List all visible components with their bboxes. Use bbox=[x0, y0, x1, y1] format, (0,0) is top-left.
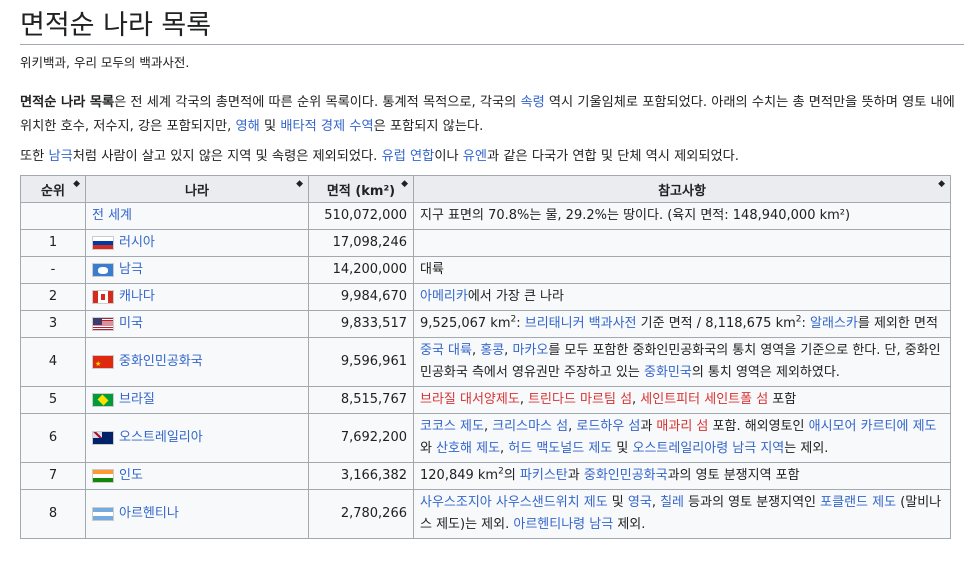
link-america[interactable]: 아메리카 bbox=[420, 289, 468, 304]
country-link-usa[interactable]: 미국 bbox=[119, 316, 143, 331]
table-header-row: 순위 ◆ 나라 ◆ 면적 (km²) ◆ 참고사항 ◆ bbox=[20, 175, 951, 203]
note-russia bbox=[413, 229, 951, 257]
link-cocos-islands[interactable]: 코코스 제도 bbox=[420, 419, 484, 434]
link-australian-antarctic[interactable]: 오스트레일리아령 남극 지역 bbox=[632, 441, 784, 456]
link-united-nations[interactable]: 유엔 bbox=[463, 149, 487, 164]
argentina-flag-icon[interactable] bbox=[92, 506, 114, 521]
india-flag-icon[interactable] bbox=[92, 468, 114, 483]
column-header-country[interactable]: 나라 ◆ bbox=[85, 175, 309, 203]
link-argentine-antarctica[interactable]: 아르헨티나령 남극 bbox=[513, 517, 613, 532]
link-hong-kong[interactable]: 홍콩 bbox=[480, 343, 504, 358]
note-australia: 코코스 제도, 크리스마스 섬, 로드하우 섬과 매과리 섬 포함. 해외영토인… bbox=[413, 413, 951, 463]
table-row: 4 중화인민공화국 9,596,961 중국 대륙, 홍콩, 마카오를 모두 포… bbox=[20, 337, 951, 387]
sort-icon[interactable]: ◆ bbox=[401, 180, 408, 189]
link-falklands[interactable]: 포클랜드 제도 bbox=[820, 495, 896, 510]
note-antarctica: 대륙 bbox=[413, 256, 951, 284]
column-header-rank[interactable]: 순위 ◆ bbox=[20, 175, 86, 203]
australia-flag-icon[interactable] bbox=[92, 430, 114, 445]
link-christmas-island[interactable]: 크리스마스 섬 bbox=[492, 419, 568, 434]
table-row: 1 러시아 17,098,246 bbox=[20, 229, 951, 257]
intro-paragraph-2: 또한 남극처럼 사람이 살고 있지 않은 지역 및 속령은 제외되었다. 유럽 … bbox=[20, 149, 739, 164]
note-canada: 아메리카에서 가장 큰 나라 bbox=[413, 283, 951, 311]
table-row: 3 미국 9,833,517 9,525,067 km2: 브리태니커 백과사전… bbox=[20, 310, 951, 338]
china-flag-icon[interactable] bbox=[92, 353, 114, 375]
column-header-area[interactable]: 면적 (km²) ◆ bbox=[308, 175, 414, 203]
link-chile[interactable]: 칠레 bbox=[660, 495, 684, 510]
redlink-brazil-atlantic-islands[interactable]: 브라질 대서양제도 bbox=[420, 392, 520, 407]
link-coral-sea[interactable]: 산호해 제도 bbox=[436, 441, 500, 456]
link-eez[interactable]: 배타적 경제 수역 bbox=[280, 119, 373, 134]
brazil-flag-icon[interactable] bbox=[92, 392, 114, 407]
country-link-antarctica[interactable]: 남극 bbox=[119, 262, 143, 277]
link-lord-howe[interactable]: 로드하우 섬 bbox=[576, 419, 640, 434]
sort-icon[interactable]: ◆ bbox=[938, 180, 945, 189]
link-roc[interactable]: 중화민국 bbox=[644, 365, 692, 380]
countries-by-area-table: 순위 ◆ 나라 ◆ 면적 (km²) ◆ 참고사항 ◆ 전 세계 510,072,000… bbox=[20, 175, 951, 539]
table-row: 7 인도 3,166,382 120,849 km2의 파키스탄과 중화인민공화… bbox=[20, 462, 951, 490]
link-south-georgia[interactable]: 사우스조지아 사우스샌드위치 제도 bbox=[420, 495, 608, 510]
usa-flag-icon[interactable] bbox=[92, 316, 114, 331]
article: 면적순 나라 목록 위키백과, 우리 모두의 백과사전. 면적순 나라 목록은 … bbox=[20, 0, 964, 539]
redlink-macquarie[interactable]: 매과리 섬 bbox=[656, 419, 708, 434]
table-row: 8 아르헨티나 2,780,266 사우스조지아 사우스샌드위치 제도 및 영국… bbox=[20, 489, 951, 539]
link-heard-mcdonald[interactable]: 허드 맥도널드 제도 bbox=[508, 441, 612, 456]
link-european-union[interactable]: 유럽 연합 bbox=[382, 149, 435, 164]
link-antarctica[interactable]: 남극 bbox=[48, 149, 72, 164]
note-china: 중국 대륙, 홍콩, 마카오를 모두 포함한 중화인민공화국의 통치 영역을 기… bbox=[413, 337, 951, 387]
country-link-world[interactable]: 전 세계 bbox=[92, 208, 132, 223]
link-ashmore-cartier[interactable]: 애시모어 카르티에 제도 bbox=[809, 419, 937, 434]
redlink-st-peter-paul[interactable]: 세인트피터 세인트폴 섬 bbox=[640, 392, 768, 407]
antarctica-flag-icon[interactable] bbox=[92, 262, 114, 277]
note-argentina: 사우스조지아 사우스샌드위치 제도 및 영국, 칠레 등과의 영토 분쟁지역인 … bbox=[413, 489, 951, 539]
country-link-argentina[interactable]: 아르헨티나 bbox=[119, 506, 179, 521]
country-link-india[interactable]: 인도 bbox=[119, 468, 143, 483]
country-link-canada[interactable]: 캐나다 bbox=[119, 289, 155, 304]
redlink-trindade[interactable]: 트린다드 마르팀 섬 bbox=[528, 392, 632, 407]
link-pakistan[interactable]: 파키스탄 bbox=[520, 468, 568, 483]
link-britannica[interactable]: 브리태니커 백과사전 bbox=[525, 316, 637, 331]
intro-bold-title: 면적순 나라 목록 bbox=[20, 95, 115, 110]
table-row: 2 캐나다 9,984,670 아메리카에서 가장 큰 나라 bbox=[20, 283, 951, 311]
link-territory[interactable]: 속령 bbox=[520, 95, 544, 110]
note-brazil: 브라질 대서양제도, 트린다드 마르팀 섬, 세인트피터 세인트폴 섬 포함 bbox=[413, 386, 951, 414]
sort-icon[interactable]: ◆ bbox=[296, 180, 303, 189]
note-usa: 9,525,067 km2: 브리태니커 백과사전 기준 면적 / 8,118,… bbox=[413, 310, 951, 338]
country-link-australia[interactable]: 오스트레일리아 bbox=[119, 430, 203, 445]
link-mainland-china[interactable]: 중국 대륙 bbox=[420, 343, 472, 358]
link-territorial-waters[interactable]: 영해 bbox=[236, 119, 260, 134]
canada-flag-icon[interactable] bbox=[92, 289, 114, 304]
country-link-brazil[interactable]: 브라질 bbox=[119, 392, 155, 407]
column-header-notes[interactable]: 참고사항 ◆ bbox=[413, 175, 951, 203]
sort-icon[interactable]: ◆ bbox=[73, 180, 80, 189]
page-title: 면적순 나라 목록 bbox=[20, 0, 964, 45]
note-world: 지구 표면의 70.8%는 물, 29.2%는 땅이다. (육지 면적: 148… bbox=[413, 202, 951, 230]
table-row: 6 오스트레일리아 7,692,200 코코스 제도, 크리스마스 섬, 로드하… bbox=[20, 413, 951, 463]
country-link-russia[interactable]: 러시아 bbox=[119, 235, 155, 250]
table-row: - 남극 14,200,000 대륙 bbox=[20, 256, 951, 284]
link-alaska[interactable]: 알래스카 bbox=[810, 316, 858, 331]
note-india: 120,849 km2의 파키스탄과 중화인민공화국과의 영토 분쟁지역 포함 bbox=[413, 462, 951, 490]
site-tagline: 위키백과, 우리 모두의 백과사전. bbox=[20, 55, 190, 70]
country-link-china[interactable]: 중화인민공화국 bbox=[119, 354, 203, 369]
russia-flag-icon[interactable] bbox=[92, 235, 114, 250]
table-row: 전 세계 510,072,000 지구 표면의 70.8%는 물, 29.2%는… bbox=[20, 202, 951, 230]
intro-paragraph-1: 면적순 나라 목록은 전 세계 각국의 총면적에 따른 순위 목록이다. 통계적… bbox=[20, 95, 955, 134]
link-uk[interactable]: 영국 bbox=[628, 495, 652, 510]
link-macau[interactable]: 마카오 bbox=[512, 343, 548, 358]
link-prc[interactable]: 중화인민공화국 bbox=[584, 468, 668, 483]
table-row: 5 브라질 8,515,767 브라질 대서양제도, 트린다드 마르팀 섬, 세… bbox=[20, 386, 951, 414]
